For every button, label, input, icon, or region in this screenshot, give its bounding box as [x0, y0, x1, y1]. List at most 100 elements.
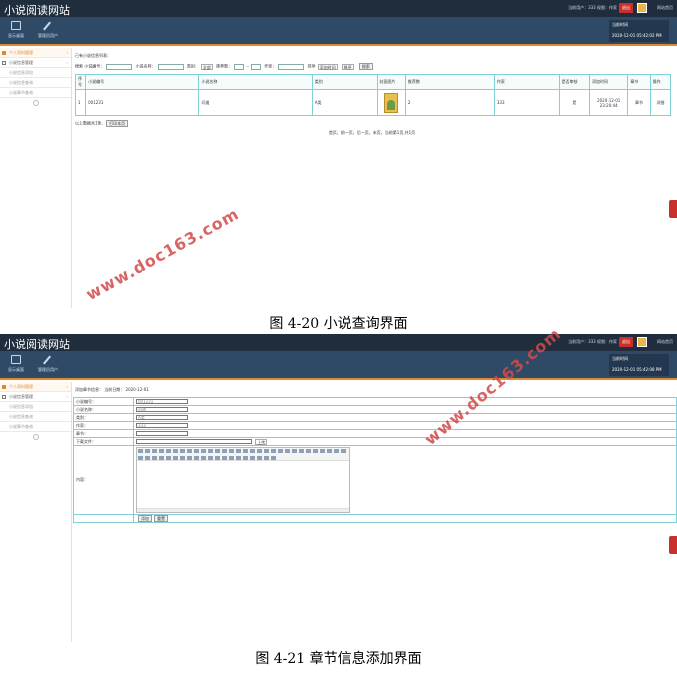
- top-bar: 小说阅读网站 当前用户：333 权限：作家 退出 网站首页: [0, 0, 677, 17]
- cell-author: 333: [493, 89, 560, 116]
- sidebar-item-personal[interactable]: 个人资料管理 ›: [0, 382, 71, 392]
- main-content: 添加章节信息： 当前日期： 2020-12-01 小说编号： 001231 小说名…: [73, 384, 677, 642]
- table-header-row: 序号 小说编号 小说名称 类别 封面图片 推荐数 作家 是否审核 添加时间 章节…: [74, 74, 672, 90]
- editor-toolbar[interactable]: [137, 448, 349, 461]
- category-select[interactable]: 全部: [200, 63, 213, 70]
- total-line: 以上数据共1条, 打印本页: [75, 120, 671, 127]
- sidebar-item-novel-query[interactable]: 小说信息查询: [0, 412, 71, 422]
- folder-icon: [2, 61, 6, 65]
- rec-min-input[interactable]: [234, 63, 245, 70]
- col-header: 小说编号: [85, 74, 200, 90]
- user-info: 当前用户：333 权限：作家: [568, 5, 617, 10]
- form-label: 小说名称：: [73, 405, 134, 414]
- form-row: 作家： 333: [73, 421, 677, 430]
- search-button[interactable]: 搜索: [358, 63, 373, 70]
- sidebar-collapse-toggle[interactable]: [32, 434, 39, 440]
- form-row: 小说编号： 001231: [73, 397, 677, 406]
- site-home-link[interactable]: 网站首页: [657, 339, 673, 345]
- sidebar-label: 小说信息添加: [9, 404, 33, 409]
- sidebar-item-novel-query[interactable]: 小说信息查询: [0, 78, 71, 88]
- detail-link[interactable]: 详细: [649, 89, 672, 116]
- nav-admin-user[interactable]: 管理员用户: [33, 21, 63, 39]
- sidebar-label: 小说章节查询: [9, 424, 33, 429]
- novel-name-input[interactable]: [157, 63, 184, 70]
- sidebar-label: 小说章节查询: [9, 90, 33, 95]
- editor-resize-bar[interactable]: [137, 508, 349, 512]
- upload-button[interactable]: 上传: [255, 438, 268, 445]
- sort-field-select[interactable]: 添加时间: [317, 63, 338, 70]
- logout-button[interactable]: 退出: [619, 3, 633, 13]
- rich-text-editor[interactable]: [136, 447, 350, 513]
- sidebar-collapse-toggle[interactable]: [32, 100, 39, 106]
- floating-side-tab[interactable]: [669, 536, 677, 554]
- nav-label: 显示桌面: [8, 33, 24, 38]
- sidebar-item-chapter-query[interactable]: 小说章节查询: [0, 88, 71, 98]
- site-home-link[interactable]: 网站首页: [657, 5, 673, 11]
- home-icon[interactable]: [637, 337, 647, 347]
- novel-name-field[interactable]: 问道: [136, 407, 188, 413]
- form-label: 内容：: [73, 445, 134, 515]
- time-label: 当前时间: [612, 356, 628, 361]
- print-button[interactable]: 打印本页: [106, 120, 129, 127]
- floating-side-tab[interactable]: [669, 200, 677, 218]
- search-bar: 搜索 小说编号： 小说名称： 类别： 全部 推荐数： -- 作家： 排序 添加时间 降序…: [75, 63, 671, 72]
- time-value: 2020-12-01 05:42:08 PM: [612, 367, 662, 372]
- sidebar-item-novel-manage[interactable]: 小说信息管理 ›: [0, 58, 71, 68]
- field-label: 类别：: [186, 63, 199, 69]
- author-input[interactable]: [278, 63, 305, 70]
- cell-time: 2020-12-01 23:20:44: [588, 89, 629, 116]
- reset-button[interactable]: 重置: [154, 515, 168, 522]
- cell-novel-id: 001231: [85, 89, 200, 116]
- form-title: 添加章节信息： 当前日期： 2020-12-01: [75, 387, 149, 392]
- nav-admin-user[interactable]: 管理员用户: [33, 355, 63, 373]
- author-field[interactable]: 333: [136, 423, 188, 429]
- field-label: 排序: [307, 63, 316, 69]
- time-value: 2020-12-01 05:42:02 PM: [612, 33, 662, 38]
- form-label: [73, 514, 134, 523]
- sidebar-item-novel-add[interactable]: 小说信息添加: [0, 68, 71, 78]
- sidebar-item-novel-manage[interactable]: 小说信息管理 ›: [0, 392, 71, 402]
- novel-table: 序号 小说编号 小说名称 类别 封面图片 推荐数 作家 是否审核 添加时间 章节…: [74, 74, 672, 116]
- sidebar-item-personal[interactable]: 个人资料管理 ›: [0, 48, 71, 58]
- home-icon[interactable]: [637, 3, 647, 13]
- pencil-icon: [2, 51, 6, 55]
- cell-cover: [376, 89, 406, 116]
- nav-show-desktop[interactable]: 显示桌面: [1, 21, 31, 39]
- list-title: 已有小说信息列表：: [75, 53, 111, 58]
- monitor-icon: [11, 21, 21, 30]
- chapter-link[interactable]: 章节: [627, 89, 651, 116]
- sort-order-select[interactable]: 降序: [341, 63, 354, 70]
- form-label: 类别：: [73, 413, 134, 422]
- col-header: 章节: [627, 74, 651, 90]
- col-header: 是否审核: [558, 74, 590, 90]
- form-cell: 添加 重置: [133, 514, 677, 523]
- sidebar-item-chapter-query[interactable]: 小说章节查询: [0, 422, 71, 432]
- add-button[interactable]: 添加: [138, 515, 152, 522]
- search-label: 搜索: [75, 63, 83, 69]
- chevron-down-icon: ›: [66, 394, 68, 399]
- user-info: 当前用户：333 权限：作家: [568, 339, 617, 344]
- rec-max-input[interactable]: [251, 63, 262, 70]
- chapter-field[interactable]: [136, 431, 188, 437]
- nav-show-desktop[interactable]: 显示桌面: [1, 355, 31, 373]
- cell-seq: 1: [74, 89, 87, 116]
- monitor-icon: [11, 355, 21, 364]
- top-bar: 小说阅读网站 当前用户：333 权限：作家 退出 网站首页: [0, 334, 677, 351]
- form-row: 下载文件： 上传: [73, 437, 677, 446]
- caption-figure-4-21: 图 4-21 章节信息添加界面: [255, 651, 422, 667]
- chevron-down-icon: ›: [66, 60, 68, 65]
- logout-button[interactable]: 退出: [619, 337, 633, 347]
- category-field[interactable]: A类: [136, 415, 188, 421]
- file-path-field[interactable]: [136, 439, 252, 444]
- time-label: 当前时间: [612, 22, 628, 27]
- field-label: 小说编号：: [84, 63, 105, 69]
- time-box: 当前时间 2020-12-01 05:42:08 PM: [609, 354, 669, 376]
- range-sep: --: [246, 63, 250, 69]
- form-label: 小说编号：: [73, 397, 134, 406]
- novel-id-field[interactable]: 001231: [136, 399, 188, 405]
- pager[interactable]: 首页，前一页，后一页，末页，当前第1页,共1页: [73, 130, 671, 136]
- novel-id-input[interactable]: [106, 63, 133, 70]
- sidebar-label: 小说信息添加: [9, 70, 33, 75]
- sidebar-item-novel-add[interactable]: 小说信息添加: [0, 402, 71, 412]
- pen-icon: [43, 21, 53, 30]
